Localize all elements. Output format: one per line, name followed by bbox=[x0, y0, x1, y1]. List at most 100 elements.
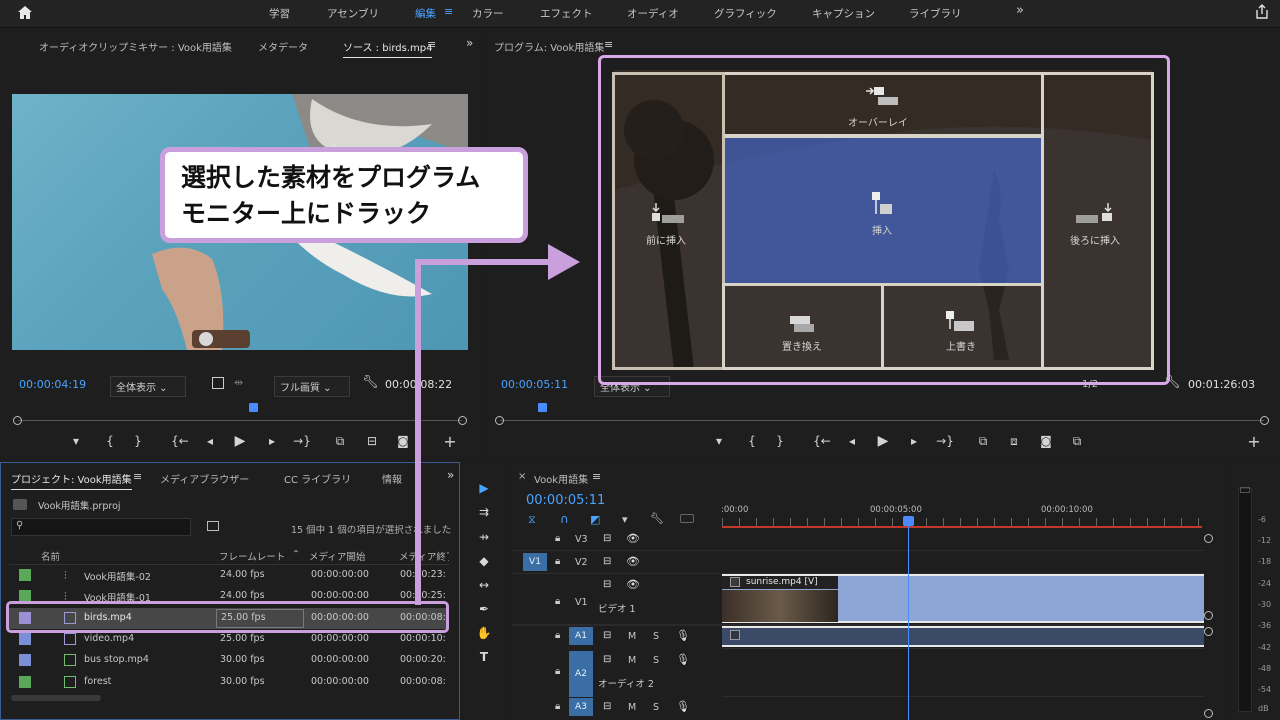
timeline-playhead-handle[interactable] bbox=[903, 516, 914, 526]
sync-lock-v2-icon[interactable]: ⊟ bbox=[603, 556, 611, 567]
sort-arrow-icon[interactable]: ⌃ bbox=[292, 549, 300, 560]
source-playhead[interactable] bbox=[249, 403, 258, 412]
go-to-out-icon[interactable]: →} bbox=[292, 434, 312, 448]
hand-tool-icon[interactable]: ✋ bbox=[474, 626, 494, 640]
step-back-icon[interactable]: ◂ bbox=[200, 434, 220, 448]
workspace-tab-edit[interactable]: 編集 bbox=[415, 6, 436, 21]
tab-source[interactable]: ソース : birds.mp4 bbox=[343, 39, 433, 58]
program-step-back-icon[interactable]: ◂ bbox=[842, 434, 862, 448]
home-icon[interactable] bbox=[16, 4, 34, 22]
timeline-settings-icon[interactable]: 🔧︎ bbox=[650, 512, 664, 525]
menu-icon[interactable]: ≡ bbox=[444, 5, 453, 18]
add-marker-icon[interactable]: ▾ bbox=[622, 513, 628, 526]
program-marker-icon[interactable]: ▾ bbox=[709, 434, 729, 448]
workspace-tab-effects[interactable]: エフェクト bbox=[540, 6, 593, 21]
track-a1-button[interactable]: A1 bbox=[569, 627, 593, 645]
insert-icon[interactable]: ⧉ bbox=[330, 434, 350, 449]
mark-in-icon[interactable]: { bbox=[100, 434, 120, 448]
source-timecode-current[interactable]: 00:00:04:19 bbox=[19, 378, 86, 391]
label-color-swatch[interactable] bbox=[19, 676, 31, 688]
col-frame-rate[interactable]: フレームレート bbox=[219, 549, 285, 563]
tab-project[interactable]: プロジェクト: Vook用語集 bbox=[11, 471, 132, 490]
source-quality-select[interactable]: フル画質 ⌄ bbox=[274, 376, 350, 397]
workspace-tab-libraries[interactable]: ライブラリ bbox=[909, 6, 962, 21]
program-mark-out-icon[interactable]: } bbox=[770, 434, 790, 448]
timeline-vscroll-handle-a[interactable] bbox=[1204, 627, 1213, 636]
program-step-forward-icon[interactable]: ▸ bbox=[904, 434, 924, 448]
track-a2-button[interactable]: A2 bbox=[569, 651, 593, 697]
project-search-input[interactable] bbox=[11, 518, 191, 536]
sync-lock-a3-icon[interactable]: ⊟ bbox=[603, 701, 611, 712]
workspace-tab-learn[interactable]: 学習 bbox=[269, 6, 290, 21]
captions-icon[interactable] bbox=[680, 514, 694, 523]
workspace-tab-assembly[interactable]: アセンブリ bbox=[327, 6, 379, 21]
project-hscrollbar[interactable] bbox=[11, 695, 101, 701]
eye-v2-icon[interactable]: 👁︎ bbox=[626, 555, 640, 568]
sync-lock-v1-icon[interactable]: ⊟ bbox=[603, 579, 611, 590]
mark-out-icon[interactable]: } bbox=[128, 434, 148, 448]
program-add-button-icon[interactable]: + bbox=[1244, 432, 1264, 451]
panel-menu-icon[interactable]: ≡ bbox=[427, 38, 436, 51]
type-tool-icon[interactable]: T bbox=[474, 650, 494, 664]
play-icon[interactable]: ▶ bbox=[230, 433, 250, 449]
program-export-frame-icon[interactable]: ◙ bbox=[1036, 434, 1056, 448]
tab-cc-libraries[interactable]: CC ライブラリ bbox=[284, 471, 351, 486]
label-color-swatch[interactable] bbox=[19, 569, 31, 581]
audio-waveform-icon[interactable]: ⇹ bbox=[234, 376, 243, 389]
sequence-menu-icon[interactable]: ≡ bbox=[592, 470, 601, 483]
work-area-bar[interactable] bbox=[722, 526, 1202, 528]
workspace-tab-audio[interactable]: オーディオ bbox=[627, 6, 679, 21]
workspace-tab-captions[interactable]: キャプション bbox=[812, 6, 875, 21]
mute-a2[interactable]: M bbox=[628, 655, 636, 666]
col-media-start[interactable]: メディア開始 bbox=[309, 549, 365, 563]
lift-icon[interactable]: ⧉ bbox=[973, 434, 993, 449]
project-menu-icon[interactable]: ≡ bbox=[133, 470, 142, 483]
timeline-clip-sunrise[interactable]: sunrise.mp4 [V] sunrise.mp4 [V] bbox=[722, 574, 1204, 623]
solo-a2[interactable]: S bbox=[653, 655, 659, 666]
source-in-handle[interactable] bbox=[13, 416, 22, 425]
mic-a3-icon[interactable]: 🎙︎ bbox=[676, 700, 690, 713]
project-row[interactable]: ⫶ Vook用語集-02 24.00 fps 00:00:00:00 00:00… bbox=[9, 565, 449, 586]
tab-media-browser[interactable]: メディアブラウザー bbox=[160, 471, 249, 486]
col-name[interactable]: 名前 bbox=[41, 549, 60, 563]
project-row[interactable]: forest 30.00 fps 00:00:00:00 00:00:08: bbox=[9, 672, 449, 693]
program-scrub-bar[interactable] bbox=[500, 420, 1264, 421]
project-row[interactable]: bus stop.mp4 30.00 fps 00:00:00:00 00:00… bbox=[9, 650, 449, 671]
source-scrub-bar[interactable] bbox=[18, 420, 462, 421]
wrench-icon[interactable]: 🔧︎ bbox=[362, 375, 379, 390]
solo-a3[interactable]: S bbox=[653, 702, 659, 713]
timeline-audio-clip[interactable] bbox=[722, 626, 1204, 647]
program-play-icon[interactable]: ▶ bbox=[873, 433, 893, 449]
program-mark-in-icon[interactable]: { bbox=[742, 434, 762, 448]
lock-a2-icon[interactable]: 🔒︎ bbox=[555, 666, 560, 677]
clip-settings-icon[interactable] bbox=[212, 377, 224, 389]
marker-icon[interactable]: ▾ bbox=[66, 434, 86, 448]
mic-a2-icon[interactable]: 🎙︎ bbox=[676, 653, 690, 666]
linked-selection-icon[interactable]: ◩ bbox=[590, 513, 600, 526]
timeline-vscroll-handle-bottom[interactable] bbox=[1204, 709, 1213, 718]
timeline-playhead-line[interactable] bbox=[908, 520, 909, 720]
extract-icon[interactable]: ⧈ bbox=[1004, 434, 1024, 449]
comparison-view-icon[interactable]: ⧉ bbox=[1067, 434, 1087, 449]
track-a3-button[interactable]: A3 bbox=[569, 698, 593, 716]
workspace-tab-color[interactable]: カラー bbox=[472, 6, 504, 21]
sync-lock-a1-icon[interactable]: ⊟ bbox=[603, 630, 611, 641]
program-go-to-out-icon[interactable]: →} bbox=[935, 434, 955, 448]
eye-v1-icon[interactable]: 👁︎ bbox=[626, 578, 640, 591]
mute-a3[interactable]: M bbox=[628, 702, 636, 713]
tab-metadata[interactable]: メタデータ bbox=[258, 39, 308, 54]
go-to-in-icon[interactable]: {← bbox=[170, 434, 190, 448]
program-title[interactable]: プログラム: Vook用語集 bbox=[494, 39, 604, 54]
program-go-to-in-icon[interactable]: {← bbox=[812, 434, 832, 448]
solo-a1[interactable]: S bbox=[653, 631, 659, 642]
lock-a1-icon[interactable]: 🔒︎ bbox=[555, 630, 560, 641]
source-zoom-select[interactable]: 全体表示 ⌄ bbox=[110, 376, 186, 397]
lock-a3-icon[interactable]: 🔒︎ bbox=[555, 701, 560, 712]
sync-lock-a2-icon[interactable]: ⊟ bbox=[603, 654, 611, 665]
sync-lock-v3-icon[interactable]: ⊟ bbox=[603, 533, 611, 544]
workspace-tab-graphics[interactable]: グラフィック bbox=[714, 6, 777, 21]
overwrite-icon[interactable]: ⊟ bbox=[362, 434, 382, 448]
eye-v3-icon[interactable]: 👁︎ bbox=[626, 532, 640, 545]
tab-audio-clip-mixer[interactable]: オーディオクリップミキサー : Vook用語集 bbox=[39, 39, 232, 54]
mute-a1[interactable]: M bbox=[628, 631, 636, 642]
